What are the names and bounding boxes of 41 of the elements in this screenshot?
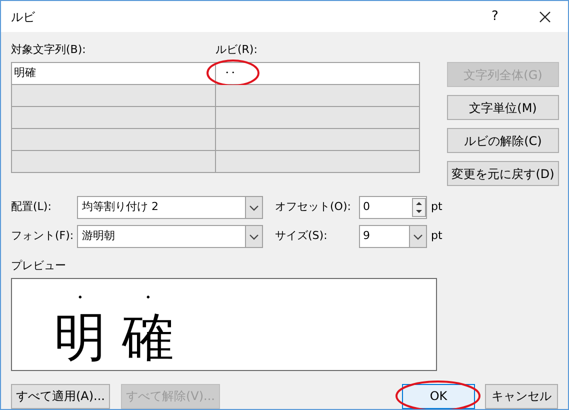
dialog-button[interactable]: すべて適用(A)... bbox=[11, 384, 110, 408]
field-label: フォント(F): bbox=[11, 228, 75, 244]
column-label: ルビ(R): bbox=[216, 42, 258, 58]
field-label: サイズ(S): bbox=[275, 228, 328, 244]
base-text-cell[interactable] bbox=[12, 151, 215, 172]
ruby-mark: ・ bbox=[141, 290, 155, 304]
spinner-arrows-icon bbox=[412, 198, 426, 217]
field-label: 配置(L): bbox=[11, 199, 52, 216]
preview-label: プレビュー bbox=[11, 259, 66, 272]
base-text-cell[interactable] bbox=[12, 85, 215, 106]
dialog-button[interactable]: キャンセル bbox=[485, 384, 558, 408]
base-text-cell[interactable] bbox=[12, 129, 215, 150]
column-label: 対象文字列(B): bbox=[11, 42, 87, 58]
dialog-button[interactable]: ルビの解除(C) bbox=[447, 128, 559, 153]
dropdown-caret-icon bbox=[249, 234, 259, 240]
unit-label: pt bbox=[431, 199, 442, 216]
ruby-mark: ・ bbox=[73, 290, 87, 304]
dialog-button[interactable]: 変更を元に戻す(D) bbox=[447, 161, 559, 186]
preview-character: 明 bbox=[54, 308, 106, 366]
preview-character: 確 bbox=[122, 308, 174, 366]
dropdown-field[interactable]: 游明朝 bbox=[77, 225, 263, 248]
dropdown-caret-icon bbox=[413, 234, 423, 240]
field-label: オフセット(O): bbox=[275, 199, 352, 216]
dropdown-field[interactable]: 均等割り付け 2 bbox=[77, 196, 263, 219]
close-icon bbox=[539, 10, 551, 22]
unit-label: pt bbox=[431, 228, 442, 244]
window-title: ルビ bbox=[11, 8, 35, 26]
dropdown-caret-icon bbox=[249, 204, 259, 210]
ruby-text-cell[interactable] bbox=[216, 85, 419, 106]
ruby-text: ・・ bbox=[222, 67, 234, 81]
dialog-button[interactable]: 文字単位(M) bbox=[447, 95, 559, 120]
ruby-text-cell[interactable] bbox=[216, 107, 419, 128]
spinner-field[interactable]: 0 bbox=[359, 196, 427, 219]
help-button[interactable]: ? bbox=[480, 2, 510, 32]
base-text-cell[interactable]: 明確 bbox=[12, 63, 215, 84]
ruby-text-cell[interactable] bbox=[216, 129, 419, 150]
base-text-cell[interactable] bbox=[12, 107, 215, 128]
dropdown-field[interactable]: 9 bbox=[359, 225, 427, 248]
ruby-text-cell[interactable] bbox=[216, 151, 419, 172]
ruby-text-cell[interactable]: ・・ bbox=[216, 63, 419, 84]
dialog-button[interactable]: OK bbox=[402, 384, 475, 408]
